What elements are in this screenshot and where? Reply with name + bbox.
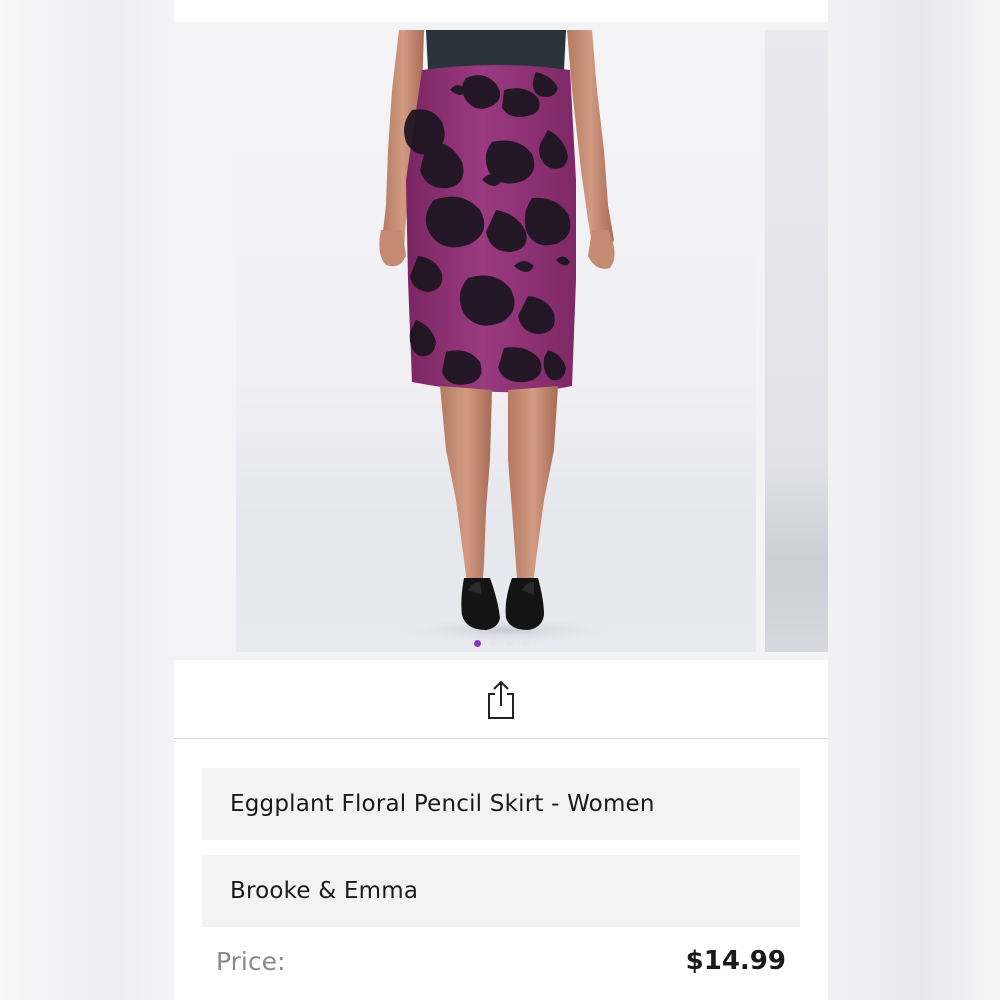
price-row: Price: $14.99 <box>216 940 786 982</box>
model-in-skirt-illustration <box>379 30 616 644</box>
gallery-dot-4[interactable] <box>521 639 529 647</box>
image-gallery[interactable] <box>174 22 828 660</box>
price-value: $14.99 <box>685 946 786 976</box>
top-strip <box>174 0 828 22</box>
share-icon <box>488 680 514 719</box>
background-blur-left <box>0 0 174 1000</box>
price-label: Price: <box>216 946 286 976</box>
gallery-pagination-dots <box>174 638 828 648</box>
product-brand: Brooke & Emma <box>230 878 419 904</box>
action-bar <box>174 660 828 739</box>
background-blur-right <box>828 0 1000 1000</box>
gallery-dot-1-active[interactable] <box>473 639 481 647</box>
product-photo[interactable] <box>236 30 756 652</box>
gallery-dot-3[interactable] <box>505 639 513 647</box>
product-brand-field[interactable]: Brooke & Emma <box>202 855 800 927</box>
product-detail-screen: Eggplant Floral Pencil Skirt - Women Bro… <box>174 0 828 1000</box>
gallery-dot-2[interactable] <box>489 639 497 647</box>
product-name: Eggplant Floral Pencil Skirt - Women <box>230 791 655 817</box>
next-product-photo-peek[interactable] <box>765 30 828 652</box>
share-button[interactable] <box>481 678 521 722</box>
product-name-field[interactable]: Eggplant Floral Pencil Skirt - Women <box>202 768 800 840</box>
